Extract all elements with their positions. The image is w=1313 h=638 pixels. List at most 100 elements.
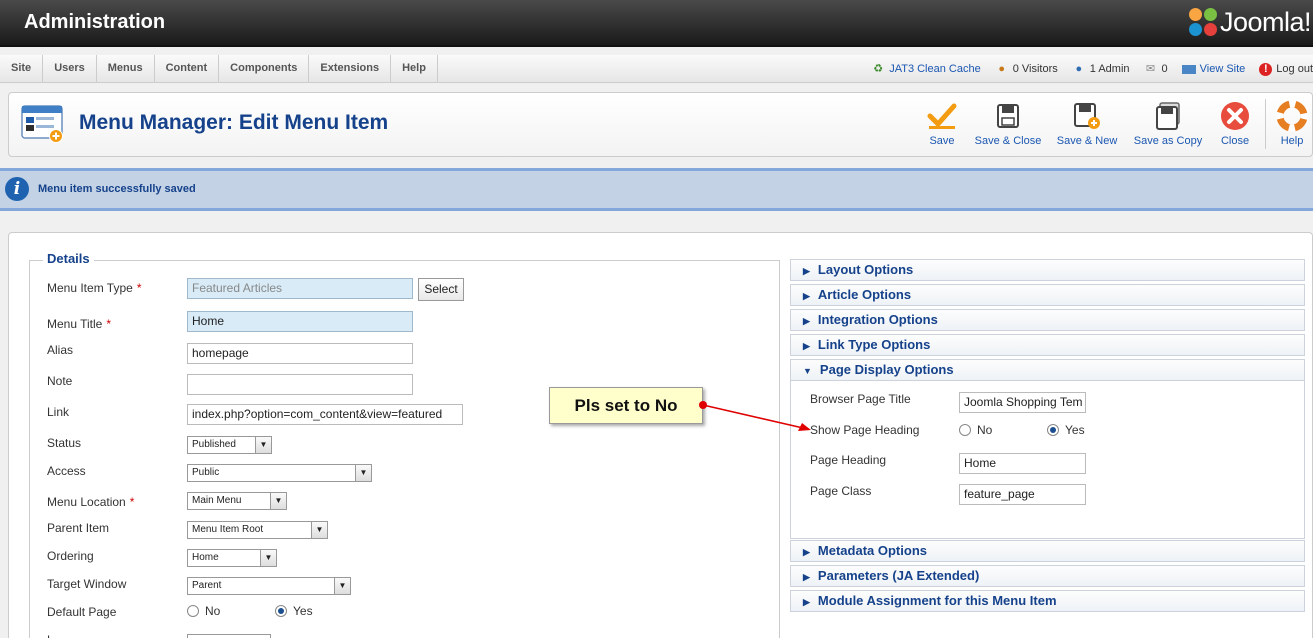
default-page-yes-radio[interactable]: Yes <box>275 604 313 618</box>
save-copy-button[interactable]: Save as Copy <box>1129 101 1207 147</box>
lifebuoy-icon <box>1277 101 1307 131</box>
menu-title-input[interactable]: Home <box>187 311 413 332</box>
page-class-label: Page Class <box>810 484 872 498</box>
parameters-panel[interactable]: ▶ Parameters (JA Extended) <box>790 565 1305 587</box>
ordering-label: Ordering <box>47 549 94 563</box>
parent-item-label: Parent Item <box>47 521 110 535</box>
alias-label: Alias <box>47 343 74 357</box>
chevron-down-icon: ▼ <box>355 465 371 481</box>
status-bar: ♻ JAT3 Clean Cache ● 0 Visitors ● 1 Admin ✉… <box>857 55 1313 83</box>
radio-circle-selected <box>275 605 287 617</box>
target-window-label: Target Window <box>47 577 127 591</box>
menu-site[interactable]: Site <box>0 55 44 83</box>
clean-cache-link[interactable]: ♻ JAT3 Clean Cache <box>871 63 980 75</box>
note-label: Note <box>47 374 73 388</box>
help-button[interactable]: Help <box>1275 101 1309 147</box>
menu-help[interactable]: Help <box>391 55 438 83</box>
menu-item-type-field[interactable]: Featured Articles <box>187 278 413 299</box>
radio-circle <box>187 605 199 617</box>
messages-icon: ✉ <box>1145 63 1156 75</box>
save-new-button[interactable]: Save & New <box>1053 101 1121 147</box>
logout-icon: ! <box>1259 62 1273 76</box>
floppy-copy-icon <box>1156 102 1180 130</box>
menu-location-select[interactable]: Main Menu ▼ <box>187 492 287 510</box>
triangle-right-icon: ▶ <box>803 547 810 557</box>
triangle-down-icon: ▼ <box>803 366 812 376</box>
menu-extensions[interactable]: Extensions <box>309 55 392 83</box>
access-select[interactable]: Public ▼ <box>187 464 372 482</box>
chevron-down-icon: ▼ <box>311 522 327 538</box>
page-display-options-panel[interactable]: ▼ Page Display Options <box>790 359 1305 381</box>
visitors-status: ● 0 Visitors <box>995 63 1057 75</box>
language-select-partial[interactable] <box>187 634 271 638</box>
annotation-callout: Pls set to No <box>549 387 703 424</box>
floppy-plus-icon <box>1074 103 1100 129</box>
checkmark-icon <box>927 103 957 129</box>
triangle-right-icon: ▶ <box>803 316 810 326</box>
menu-content[interactable]: Content <box>155 55 220 83</box>
close-button[interactable]: Close <box>1215 101 1255 147</box>
triangle-right-icon: ▶ <box>803 266 810 276</box>
triangle-right-icon: ▶ <box>803 572 810 582</box>
language-label-partial: L <box>47 633 54 638</box>
radio-circle <box>959 424 971 436</box>
page-class-input[interactable]: feature_page <box>959 484 1086 505</box>
alias-input[interactable]: homepage <box>187 343 413 364</box>
joomla-logo[interactable]: Joomla! <box>1188 7 1312 38</box>
save-button[interactable]: Save <box>921 101 963 147</box>
article-options-panel[interactable]: ▶ Article Options <box>790 284 1305 306</box>
link-label: Link <box>47 405 70 419</box>
save-close-button[interactable]: Save & Close <box>971 101 1045 147</box>
details-legend: Details <box>43 251 94 266</box>
menu-users[interactable]: Users <box>43 55 97 83</box>
info-icon: i <box>5 177 29 201</box>
joomla-logo-text: Joomla! <box>1219 7 1312 37</box>
show-heading-no-radio[interactable]: No <box>959 423 992 437</box>
select-button[interactable]: Select <box>418 278 464 301</box>
page-heading-label: Page Heading <box>810 453 887 467</box>
ordering-select[interactable]: Home ▼ <box>187 549 277 567</box>
triangle-right-icon: ▶ <box>803 597 810 607</box>
default-page-no-radio[interactable]: No <box>187 604 220 618</box>
page-heading-input[interactable]: Home <box>959 453 1086 474</box>
show-heading-yes-radio[interactable]: Yes <box>1047 423 1085 437</box>
radio-circle-selected <box>1047 424 1059 436</box>
layout-options-panel[interactable]: ▶ Layout Options <box>790 259 1305 281</box>
target-window-select[interactable]: Parent ▼ <box>187 577 351 595</box>
parent-item-select[interactable]: Menu Item Root ▼ <box>187 521 328 539</box>
admins-status: ● 1 Admin <box>1072 63 1129 75</box>
integration-options-panel[interactable]: ▶ Integration Options <box>790 309 1305 331</box>
main-menubar: Site Users Menus Content Components Exte… <box>0 55 1313 83</box>
chevron-down-icon: ▼ <box>270 493 286 509</box>
cache-icon: ♻ <box>873 63 884 75</box>
browser-title-input[interactable]: Joomla Shopping Tem <box>959 392 1086 413</box>
metadata-options-panel[interactable]: ▶ Metadata Options <box>790 540 1305 562</box>
menu-components[interactable]: Components <box>219 55 310 83</box>
logout-link[interactable]: ! Log out <box>1259 62 1313 76</box>
link-input[interactable]: index.php?option=com_content&view=featur… <box>187 404 463 425</box>
chevron-down-icon: ▼ <box>260 550 276 566</box>
close-icon <box>1221 102 1249 130</box>
floppy-icon <box>997 104 1019 128</box>
toolbar: Menu Manager: Edit Menu Item Save Save &… <box>8 92 1313 157</box>
link-type-options-panel[interactable]: ▶ Link Type Options <box>790 334 1305 356</box>
chevron-down-icon: ▼ <box>255 437 271 453</box>
chevron-down-icon: ▼ <box>334 578 350 594</box>
default-page-label: Default Page <box>47 605 117 619</box>
triangle-right-icon: ▶ <box>803 291 810 301</box>
view-site-link[interactable]: View Site <box>1181 63 1245 75</box>
module-assignment-panel[interactable]: ▶ Module Assignment for this Menu Item <box>790 590 1305 612</box>
status-select[interactable]: Published ▼ <box>187 436 272 454</box>
users-icon: ● <box>998 63 1006 75</box>
page-title: Menu Manager: Edit Menu Item <box>79 111 389 134</box>
menu-menus[interactable]: Menus <box>97 55 155 83</box>
show-heading-label: Show Page Heading <box>810 423 920 437</box>
messages-status[interactable]: ✉ 0 <box>1144 63 1168 75</box>
admin-icon: ● <box>1075 63 1083 75</box>
system-message: i Menu item successfully saved <box>0 168 1313 211</box>
note-input[interactable] <box>187 374 413 395</box>
menu-item-type-label: Menu Item Type * <box>47 281 142 295</box>
browser-title-label: Browser Page Title <box>810 392 911 406</box>
access-label: Access <box>47 464 86 478</box>
message-text: Menu item successfully saved <box>38 183 196 195</box>
